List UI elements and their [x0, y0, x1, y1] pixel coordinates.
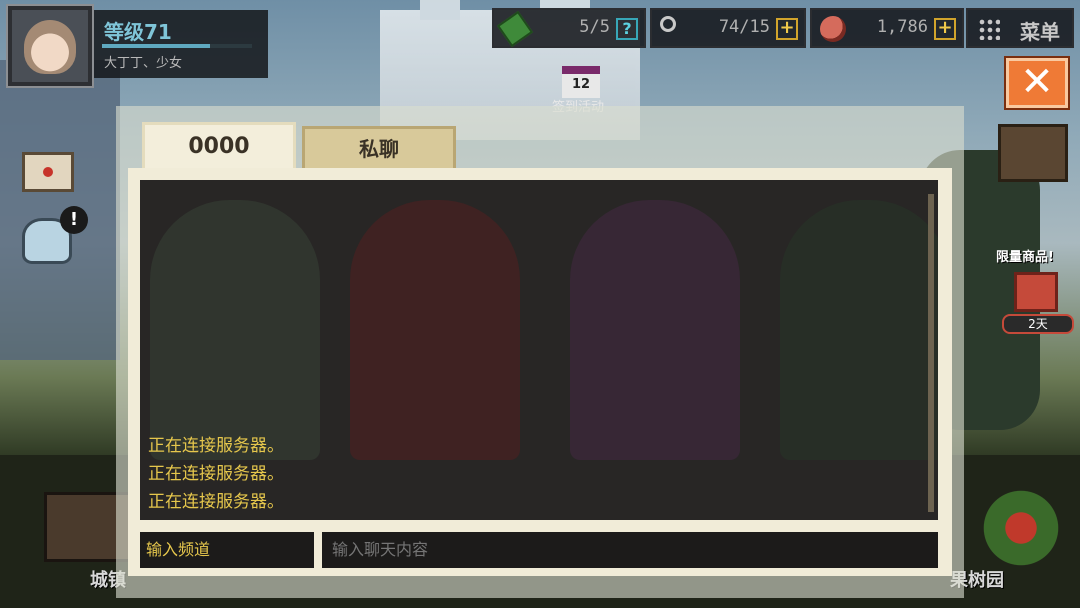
- chat-message: 正在连接服务器。: [148, 436, 284, 456]
- player-info-panel[interactable]: 等级71 大丁丁、少女: [94, 10, 268, 78]
- add-meat-button[interactable]: +: [934, 18, 956, 40]
- background-castle-left: [0, 60, 120, 360]
- chat-log[interactable]: 正在连接服务器。 正在连接服务器。 正在连接服务器。: [140, 180, 938, 520]
- key-icon: [660, 16, 676, 32]
- background-portal: [150, 200, 320, 460]
- gift-box-icon[interactable]: [1014, 272, 1058, 312]
- xp-bar: [102, 44, 252, 48]
- treasure-chest-icon[interactable]: [998, 124, 1068, 182]
- menu-label: 菜单: [1020, 20, 1060, 44]
- mail-icon[interactable]: [22, 152, 74, 192]
- ticket-icon: [496, 10, 534, 48]
- chat-panel: 正在连接服务器。 正在连接服务器。 正在连接服务器。 输入频道: [128, 168, 952, 576]
- chat-message: 正在连接服务器。: [148, 492, 284, 512]
- menu-button[interactable]: 菜单: [966, 8, 1074, 48]
- key-count: 74/15: [718, 17, 770, 37]
- chat-message-input[interactable]: [322, 532, 938, 568]
- avatar-portrait: [24, 20, 76, 74]
- chat-message: 正在连接服务器。: [148, 464, 284, 484]
- close-icon[interactable]: ✕: [1004, 56, 1070, 110]
- tab-private-chat[interactable]: 私聊: [302, 126, 456, 172]
- player-name: 大丁丁、少女: [104, 56, 183, 71]
- chat-overlay: 0000 私聊 正在连接服务器。 正在连接服务器。 正在连接服务器。 输入频道: [116, 106, 964, 598]
- orchard-plant-icon[interactable]: [976, 486, 1066, 570]
- chat-messages: 正在连接服务器。 正在连接服务器。 正在连接服务器。: [148, 432, 908, 516]
- key-resource[interactable]: 74/15 +: [650, 8, 806, 48]
- meat-count: 1,786: [876, 17, 928, 37]
- background-portal: [570, 200, 740, 460]
- tab-channel[interactable]: 0000: [142, 122, 296, 172]
- ticket-count: 5/5: [579, 17, 610, 37]
- xp-bar-fill: [102, 44, 210, 48]
- chat-scrollbar[interactable]: [928, 194, 934, 512]
- notification-badge: !: [60, 206, 88, 234]
- limited-shop-label[interactable]: 限量商品!: [996, 246, 1054, 265]
- gift-days-remaining: 2天: [1002, 314, 1074, 334]
- channel-input[interactable]: 输入频道: [140, 532, 314, 568]
- add-key-button[interactable]: +: [776, 18, 798, 40]
- background-portal: [350, 200, 520, 460]
- meat-icon: [820, 16, 846, 42]
- calendar-icon[interactable]: 12: [562, 66, 600, 98]
- player-avatar[interactable]: [6, 4, 94, 88]
- player-level: 等级71: [104, 20, 172, 44]
- grid-menu-icon: [978, 18, 1000, 40]
- meat-resource[interactable]: 1,786 +: [810, 8, 964, 48]
- ticket-resource[interactable]: 5/5 ?: [492, 8, 646, 48]
- help-icon[interactable]: ?: [616, 18, 638, 40]
- background-portal: [780, 200, 938, 460]
